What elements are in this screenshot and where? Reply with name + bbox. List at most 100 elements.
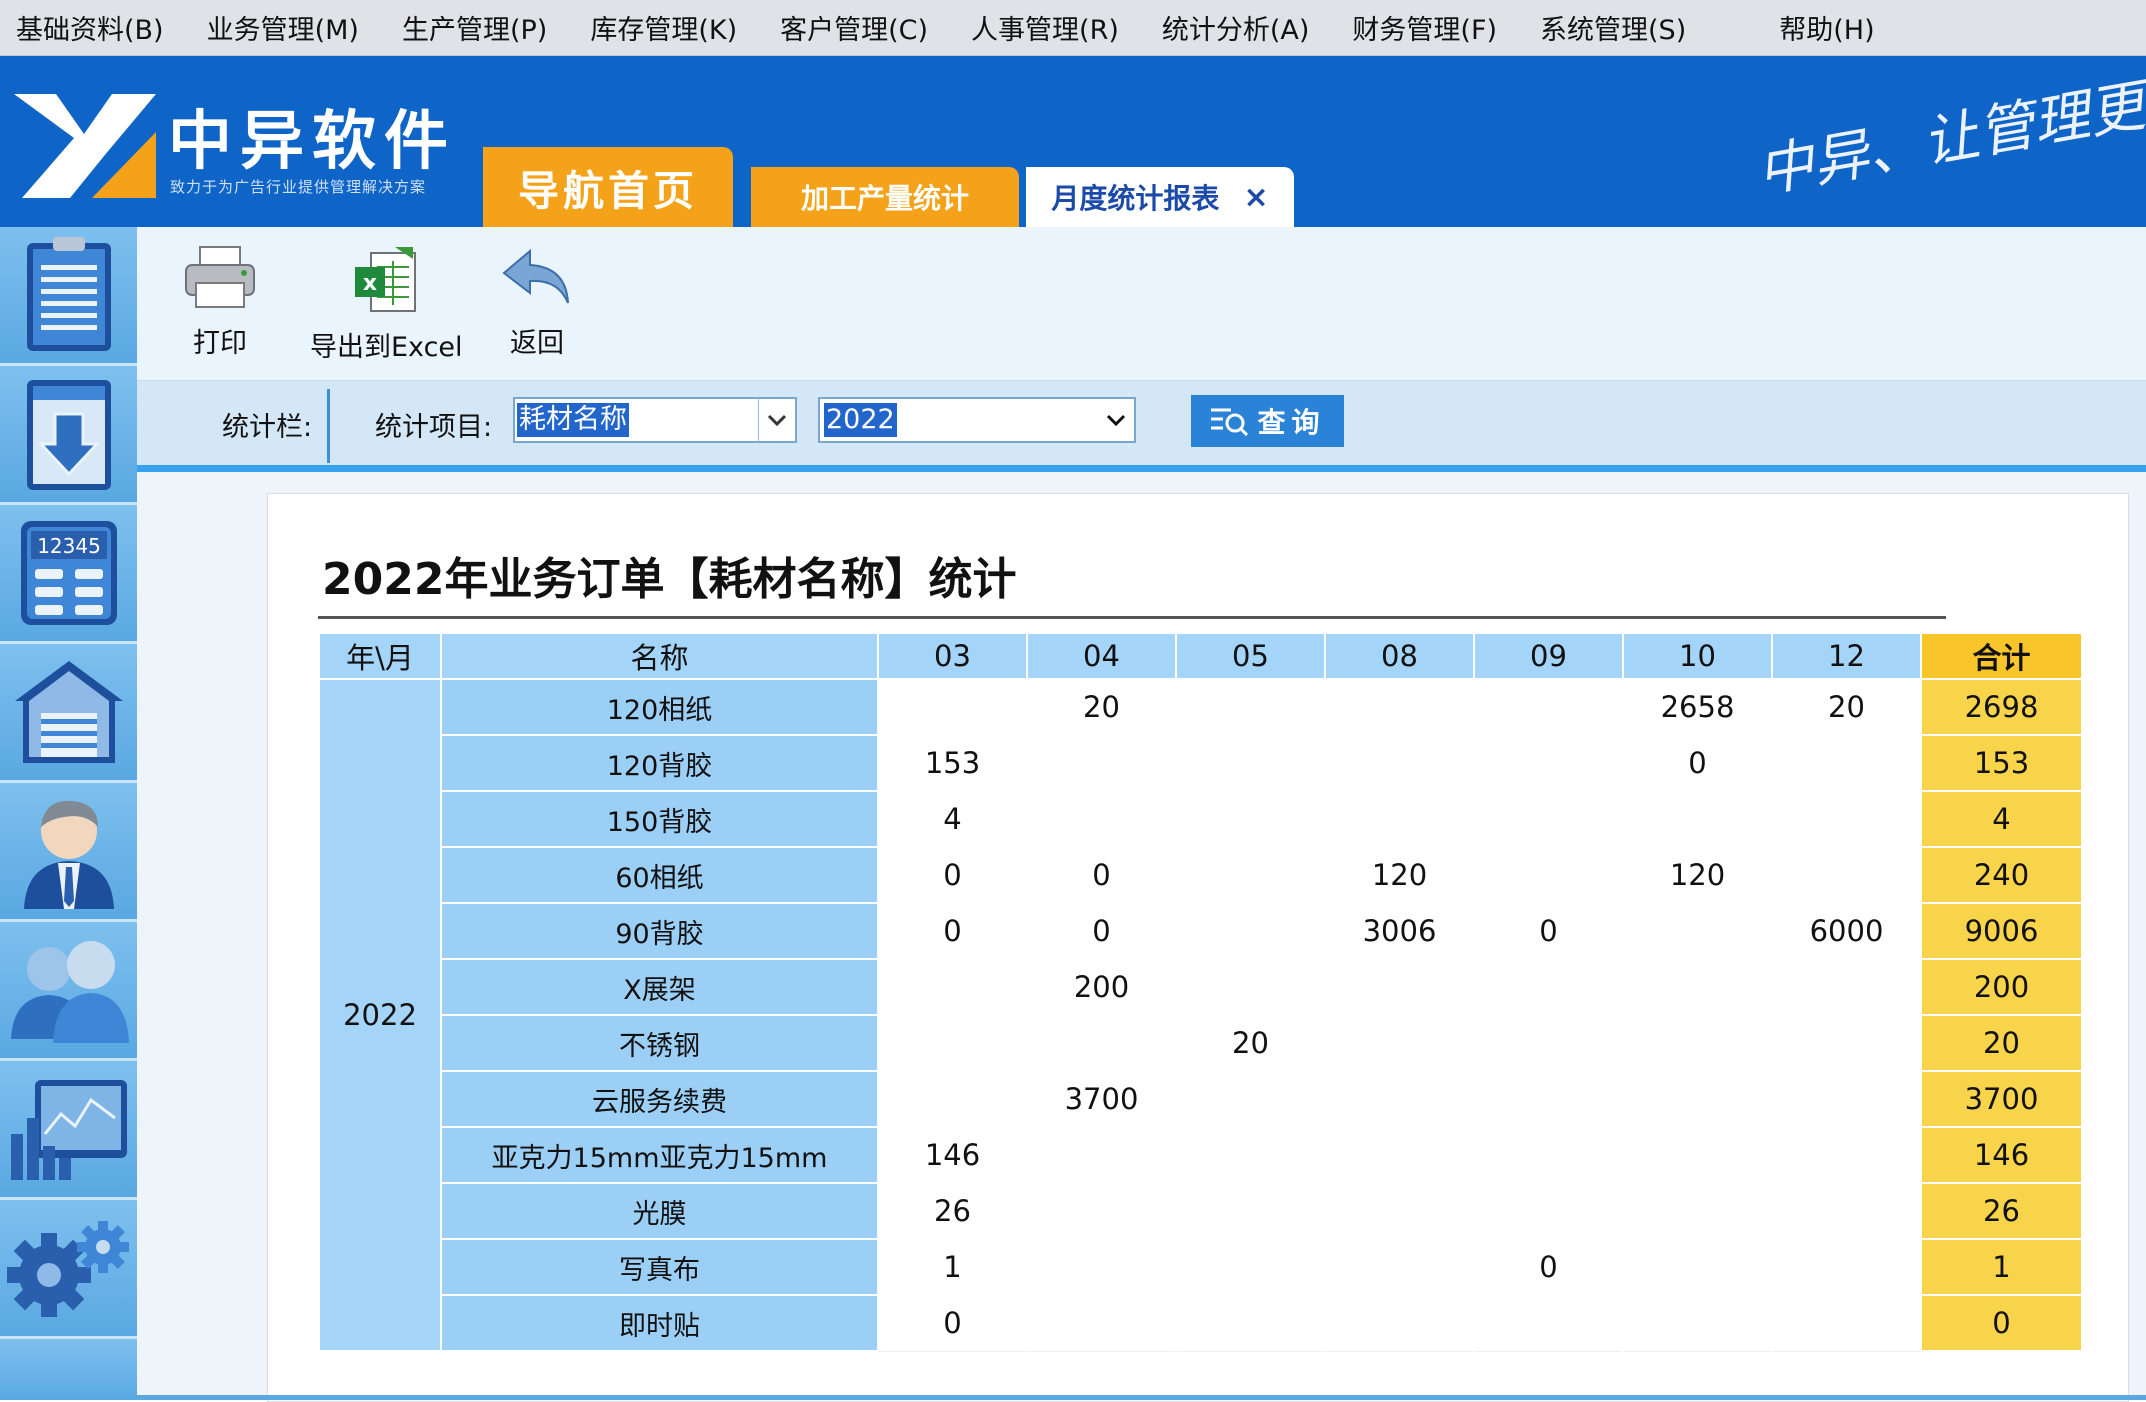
sidebar-item-staff[interactable] — [0, 783, 137, 922]
table-row: 60相纸 0 0 120 120 240 — [319, 846, 2083, 904]
month-value-cell — [1622, 1294, 1773, 1352]
month-value-cell — [1771, 790, 1922, 848]
print-button[interactable]: 打印 — [182, 245, 258, 360]
query-button[interactable]: 查询 — [1191, 395, 1344, 447]
month-value-cell — [1026, 1182, 1177, 1240]
month-value-cell — [1175, 734, 1326, 792]
month-value-cell — [1771, 846, 1922, 904]
menu-basic-data[interactable]: 基础资料(B) — [0, 8, 187, 47]
sidebar-item-documents[interactable] — [0, 227, 137, 366]
search-list-icon — [1211, 408, 1249, 437]
customers-icon — [10, 941, 129, 1043]
month-value-cell — [1324, 1182, 1475, 1240]
menu-bar: 基础资料(B) 业务管理(M) 生产管理(P) 库存管理(K) 客户管理(C) … — [0, 0, 2146, 56]
header-month: 10 — [1622, 632, 1773, 680]
month-value-cell — [1622, 958, 1773, 1016]
menu-production[interactable]: 生产管理(P) — [382, 8, 570, 47]
month-value-cell — [1324, 678, 1475, 736]
menu-customer[interactable]: 客户管理(C) — [760, 8, 951, 47]
tab-output-label: 加工产量统计 — [800, 182, 969, 215]
month-value-cell: 20 — [1771, 678, 1922, 736]
month-value-cell — [1473, 958, 1624, 1016]
month-value-cell: 0 — [1622, 734, 1773, 792]
back-arrow-icon — [502, 248, 569, 304]
month-value-cell: 153 — [877, 734, 1028, 792]
close-icon[interactable]: × — [1243, 180, 1268, 215]
month-value-cell — [1771, 1182, 1922, 1240]
month-value-cell: 26 — [877, 1182, 1028, 1240]
menu-business[interactable]: 业务管理(M) — [187, 8, 382, 47]
total-cell: 240 — [1920, 846, 2083, 904]
month-value-cell — [1324, 1070, 1475, 1128]
export-excel-button[interactable]: x 导出到Excel — [310, 245, 463, 364]
menu-system[interactable]: 系统管理(S) — [1520, 8, 1709, 47]
material-name-cell: 150背胶 — [440, 790, 879, 848]
sidebar-item-settings[interactable] — [0, 1200, 137, 1339]
stat-item-value: 耗材名称 — [517, 403, 629, 437]
print-label: 打印 — [193, 328, 247, 359]
bottom-edge — [0, 1395, 2146, 1400]
header-name: 名称 — [440, 632, 879, 680]
month-value-cell — [1026, 1126, 1177, 1184]
month-value-cell: 120 — [1324, 846, 1475, 904]
back-label: 返回 — [510, 328, 564, 359]
total-cell: 153 — [1920, 734, 2083, 792]
month-value-cell — [1026, 734, 1177, 792]
tab-monthly-report[interactable]: 月度统计报表 × — [1026, 167, 1294, 227]
header-month: 03 — [877, 632, 1028, 680]
calculator-icon: 12345 — [20, 521, 117, 625]
menu-inventory[interactable]: 库存管理(K) — [570, 8, 760, 47]
sidebar-item-statistics[interactable] — [0, 1061, 137, 1200]
sidebar-item-import[interactable] — [0, 366, 137, 505]
total-cell: 20 — [1920, 1014, 2083, 1072]
material-name-cell: 亚克力15mm亚克力15mm — [440, 1126, 879, 1184]
month-value-cell — [1622, 902, 1773, 960]
chevron-down-icon[interactable] — [758, 399, 795, 441]
month-value-cell — [1622, 1238, 1773, 1296]
sidebar-item-customers[interactable] — [0, 922, 137, 1061]
month-value-cell — [1473, 734, 1624, 792]
menu-finance[interactable]: 财务管理(F) — [1332, 8, 1520, 47]
total-cell: 4 — [1920, 790, 2083, 848]
table-row: 不锈钢 20 20 — [319, 1014, 2083, 1072]
back-button[interactable]: 返回 — [500, 245, 574, 360]
material-name-cell: 光膜 — [440, 1182, 879, 1240]
month-value-cell: 3006 — [1324, 902, 1475, 960]
tab-output-stats[interactable]: 加工产量统计 — [751, 167, 1019, 227]
menu-statistics[interactable]: 统计分析(A) — [1142, 8, 1333, 47]
month-value-cell — [1622, 1070, 1773, 1128]
chevron-down-icon[interactable] — [1098, 399, 1134, 441]
month-value-cell — [1175, 1070, 1326, 1128]
month-value-cell — [1473, 1070, 1624, 1128]
header-yearmonth: 年\月 — [318, 632, 442, 680]
month-value-cell — [1622, 1014, 1773, 1072]
total-cell: 200 — [1920, 958, 2083, 1016]
year-cell: 2022 — [318, 678, 442, 1352]
total-cell: 0 — [1920, 1294, 2083, 1352]
month-value-cell — [877, 1014, 1028, 1072]
month-value-cell — [1324, 790, 1475, 848]
menu-hr[interactable]: 人事管理(R) — [951, 8, 1142, 47]
query-label: 查询 — [1257, 406, 1326, 439]
material-name-cell: 60相纸 — [440, 846, 879, 904]
month-value-cell — [1473, 846, 1624, 904]
sidebar-item-warehouse[interactable] — [0, 644, 137, 783]
material-name-cell: X展架 — [440, 958, 879, 1016]
month-value-cell — [1622, 790, 1773, 848]
download-icon — [26, 380, 111, 490]
header-total: 合计 — [1920, 632, 2083, 680]
menu-help[interactable]: 帮助(H) — [1759, 8, 1897, 47]
year-select[interactable]: 2022 — [818, 397, 1136, 443]
title-underline — [318, 616, 1946, 619]
month-value-cell — [1175, 902, 1326, 960]
sidebar-item-more[interactable] — [0, 1339, 137, 1400]
table-row: X展架 200 200 — [319, 958, 2083, 1016]
month-value-cell: 2658 — [1622, 678, 1773, 736]
month-value-cell: 1 — [877, 1238, 1028, 1296]
month-value-cell — [1622, 1182, 1773, 1240]
sidebar: 12345 — [0, 227, 137, 1400]
table-row: 写真布 1 0 1 — [319, 1238, 2083, 1296]
tab-home[interactable]: 导航首页 — [483, 147, 733, 227]
sidebar-item-calculator[interactable]: 12345 — [0, 505, 137, 644]
stat-item-select[interactable]: 耗材名称 — [513, 397, 797, 443]
